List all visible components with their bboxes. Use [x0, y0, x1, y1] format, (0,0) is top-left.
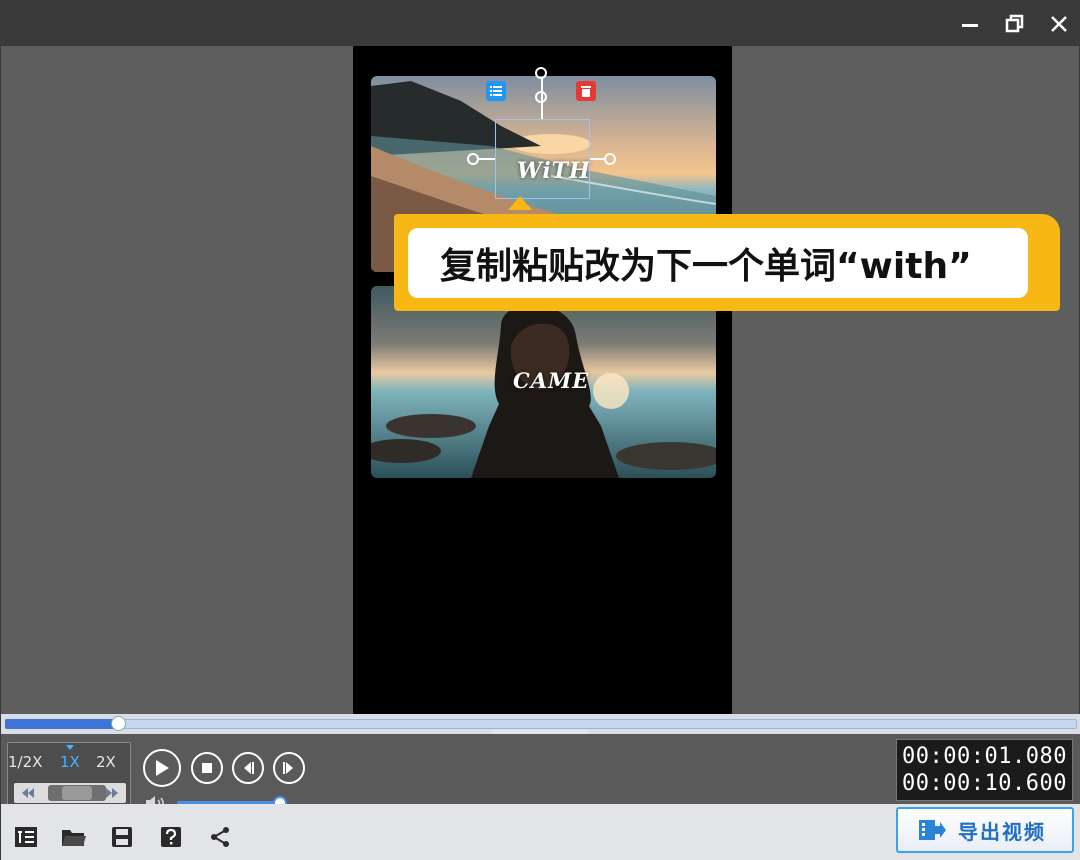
restore-icon — [1005, 14, 1024, 33]
prev-frame-button[interactable] — [232, 752, 264, 784]
trash-icon — [581, 86, 591, 97]
bottom-toolbar: 导出视频 — [1, 804, 1080, 860]
play-icon — [156, 760, 169, 776]
help-button[interactable] — [158, 824, 184, 850]
save-button[interactable] — [109, 824, 135, 850]
timecode-display: 00:00:01.080 00:00:10.600 — [896, 739, 1073, 801]
stop-button[interactable] — [191, 752, 223, 784]
step-forward-icon — [283, 762, 293, 774]
progress-track[interactable] — [5, 719, 1077, 729]
subtitle-button[interactable] — [13, 824, 39, 850]
text-selection-box[interactable] — [495, 119, 590, 199]
save-icon — [112, 827, 132, 847]
title-bar — [1, 1, 1080, 46]
help-icon — [161, 827, 181, 847]
close-icon — [1051, 16, 1067, 32]
export-video-button[interactable]: 导出视频 — [896, 807, 1074, 853]
open-folder-button[interactable] — [61, 824, 87, 850]
speed-selector[interactable]: 1/2X 1X 2X — [7, 742, 131, 808]
close-button[interactable] — [1044, 9, 1074, 39]
playback-controls: 1/2X 1X 2X 00:00:01.080 00:00:10.600 — [1, 734, 1080, 810]
speed-option-1x[interactable]: 1X — [60, 753, 80, 771]
list-badge[interactable] — [486, 81, 506, 101]
resize-handle-top[interactable] — [535, 91, 547, 103]
speed-slider[interactable] — [14, 783, 126, 803]
progress-knob[interactable] — [110, 716, 126, 731]
list-icon — [490, 86, 502, 96]
share-icon — [211, 827, 229, 847]
resize-handle-left[interactable] — [467, 153, 479, 165]
clip-frame-2[interactable]: CAME — [371, 286, 716, 478]
progress-fill — [5, 719, 118, 729]
preview-canvas[interactable]: WiTH CAME — [353, 46, 732, 714]
callout-annotation: 复制粘贴改为下一个单词“with” — [394, 214, 1060, 311]
restore-button[interactable] — [1000, 9, 1030, 39]
rotate-handle[interactable] — [535, 67, 547, 79]
total-time: 00:00:10.600 — [902, 771, 1067, 796]
clip2-title-text[interactable]: CAME — [513, 368, 589, 393]
next-frame-button[interactable] — [273, 752, 305, 784]
play-button[interactable] — [143, 749, 181, 787]
step-back-icon — [244, 762, 254, 774]
speed-marker-icon — [66, 745, 74, 750]
callout-text: 复制粘贴改为下一个单词“with” — [408, 228, 1028, 298]
resize-handle-right[interactable] — [604, 153, 616, 165]
anchor-marker-icon — [508, 196, 532, 210]
export-icon — [919, 820, 946, 840]
speed-option-half[interactable]: 1/2X — [8, 753, 42, 771]
minimize-button[interactable] — [955, 9, 985, 39]
stop-icon — [202, 763, 212, 773]
export-video-label: 导出视频 — [958, 819, 1046, 844]
minimize-icon — [962, 24, 978, 27]
current-time: 00:00:01.080 — [902, 744, 1067, 769]
speed-option-2x[interactable]: 2X — [96, 753, 116, 771]
video-editor-window: WiTH CAME 复制粘贴改为下一个单词“with” 1/2X 1X 2X 0… — [0, 0, 1080, 860]
folder-icon — [62, 830, 86, 846]
speed-slider-graphic — [22, 785, 118, 801]
handle-stem-left — [477, 158, 495, 160]
delete-badge[interactable] — [576, 81, 596, 101]
subtitle-icon — [15, 827, 37, 847]
share-button[interactable] — [207, 824, 233, 850]
